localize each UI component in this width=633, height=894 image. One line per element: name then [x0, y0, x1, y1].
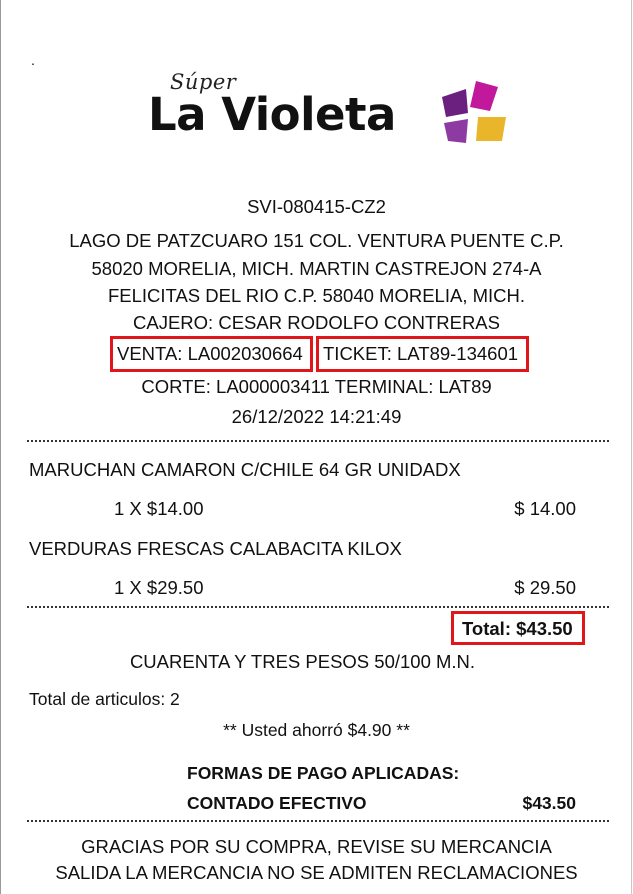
page-edge-left: [0, 0, 1, 894]
savings-line: ** Usted ahorró $4.90 **: [223, 720, 410, 740]
payment-amount: $43.50: [522, 793, 576, 813]
separator-2: [27, 606, 609, 608]
footer-line-2: SALIDA LA MERCANCIA NO SE ADMITEN RECLAM…: [55, 862, 578, 883]
stray-dot: .: [31, 52, 35, 68]
flower-logo-icon: [442, 81, 506, 143]
separator-3: [27, 820, 609, 822]
total-amount: Total: $43.50: [462, 618, 573, 639]
footer-line-1: GRACIAS POR SU COMPRA, REVISE SU MERCANC…: [81, 836, 552, 857]
item-1-description: MARUCHAN CAMARON C/CHILE 64 GR UNIDADX: [29, 459, 461, 480]
item-2-quantity: 1 X $29.50: [114, 577, 204, 598]
address-line-2: 58020 MORELIA, MICH. MARTIN CASTREJON 27…: [91, 258, 542, 279]
address-line-3: FELICITAS DEL RIO C.P. 58040 MORELIA, MI…: [107, 285, 526, 306]
cut-terminal-line: CORTE: LA000003411 TERMINAL: LAT89: [141, 376, 492, 397]
item-2-description: VERDURAS FRESCAS CALABACITA KILOX: [29, 538, 402, 559]
store-logo: Súper La Violeta: [148, 70, 518, 150]
sale-number: VENTA: LA002030664: [117, 343, 303, 364]
separator-1: [27, 440, 609, 442]
payment-heading: FORMAS DE PAGO APLICADAS:: [187, 763, 460, 783]
item-1-quantity: 1 X $14.00: [114, 498, 204, 519]
ticket-number: TICKET: LAT89-134601: [323, 343, 519, 364]
item-count: Total de articulos: 2: [29, 689, 180, 709]
page-edge-right: [631, 0, 632, 894]
cashier-line: CAJERO: CESAR RODOLFO CONTRERAS: [133, 312, 500, 333]
logo-name-text: La Violeta: [148, 88, 396, 141]
store-code: SVI-080415-CZ2: [247, 196, 386, 217]
total-in-words: CUARENTA Y TRES PESOS 50/100 M.N.: [129, 651, 476, 672]
address-line-1: LAGO DE PATZCUARO 151 COL. VENTURA PUENT…: [69, 230, 564, 251]
item-1-amount: $ 14.00: [514, 498, 576, 519]
item-2-amount: $ 29.50: [514, 577, 576, 598]
receipt-datetime: 26/12/2022 14:21:49: [231, 406, 402, 427]
payment-method: CONTADO EFECTIVO: [187, 793, 367, 813]
